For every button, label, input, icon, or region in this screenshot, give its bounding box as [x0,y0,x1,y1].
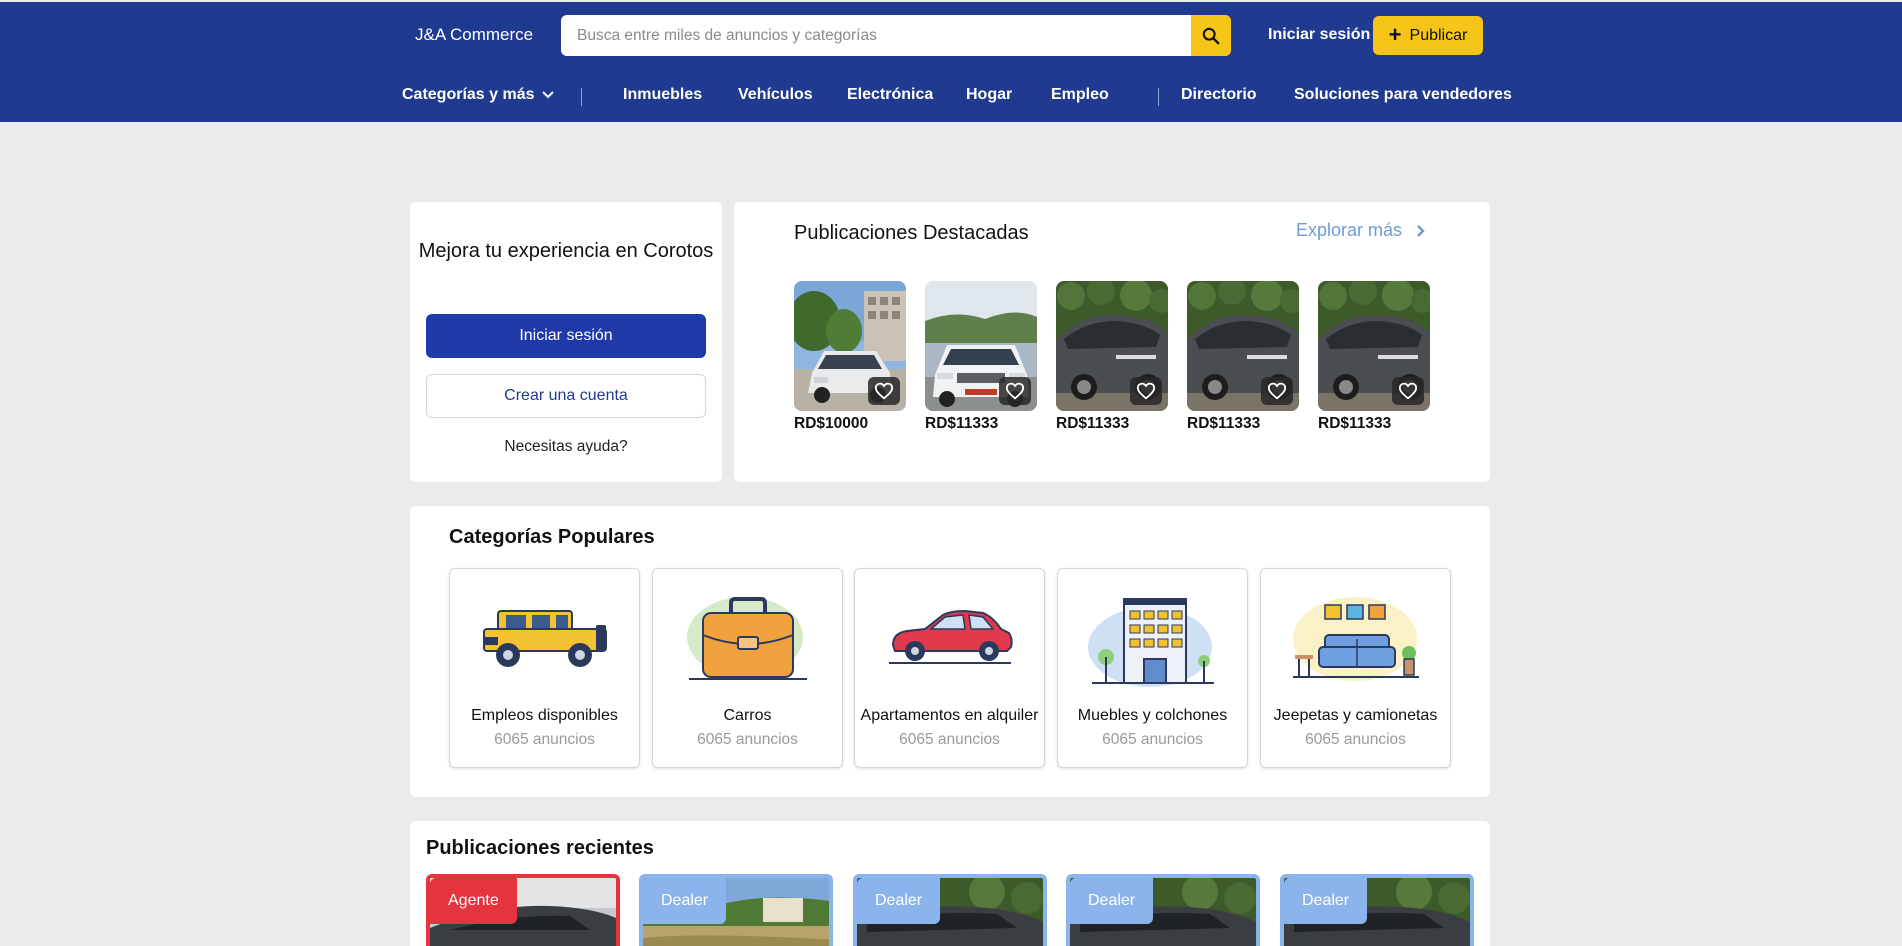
chevron-right-icon [1417,224,1425,237]
category-name: Apartamentos en alquiler [860,707,1039,724]
publish-label: Publicar [1409,26,1468,44]
favorite-button[interactable] [868,377,900,405]
category-count: 6065 anuncios [899,731,1000,748]
explore-more-label: Explorar más [1296,220,1403,240]
briefcase-icon [653,595,842,713]
featured-image[interactable] [1056,281,1168,411]
search-button[interactable] [1191,15,1231,56]
category-count: 6065 anuncios [697,731,798,748]
recent-publications-card: Publicaciones recientes Agente Dealer De… [410,821,1490,946]
nav-categories-label: Categorías y más [402,86,535,103]
featured-image[interactable] [1318,281,1430,411]
login-button[interactable]: Iniciar sesión [426,314,706,358]
featured-price: RD$11333 [1056,415,1130,432]
nav-divider [1158,88,1159,106]
create-account-button[interactable]: Crear una cuenta [426,374,706,418]
category-count: 6065 anuncios [1102,731,1203,748]
dealer-badge: Dealer [1070,878,1154,924]
featured-image[interactable] [794,281,906,411]
nav-item-vehiculos[interactable]: Vehículos [738,86,813,104]
featured-price: RD$10000 [794,415,869,432]
featured-card: Publicaciones Destacadas Explorar más RD… [734,202,1490,482]
featured-title: Publicaciones Destacadas [794,222,1029,244]
recent-item[interactable]: Dealer [1066,874,1260,946]
recent-item[interactable]: Agente [426,874,620,946]
jeep-icon [450,595,639,713]
category-card[interactable]: Carros 6065 anuncios [652,568,843,768]
heart-icon [874,382,894,400]
category-name: Carros [723,707,772,724]
heart-icon [1398,382,1418,400]
chevron-down-icon [541,91,554,99]
sofa-icon [1261,595,1450,713]
welcome-title: Mejora tu experiencia en Corotos [418,240,714,262]
featured-price: RD$11333 [925,415,999,432]
nav-item-empleo[interactable]: Empleo [1051,86,1109,104]
dealer-badge: Dealer [643,878,727,924]
recent-item[interactable]: Dealer [639,874,833,946]
category-count: 6065 anuncios [494,731,595,748]
popular-categories-title: Categorías Populares [449,526,655,548]
search-input[interactable] [561,15,1186,56]
publish-button[interactable]: + Publicar [1373,16,1483,55]
brand-logo[interactable]: J&A Commerce [415,25,533,45]
recent-item[interactable]: Dealer [853,874,1047,946]
heart-icon [1267,382,1287,400]
category-name: Empleos disponibles [471,707,618,724]
nav-item-soluciones[interactable]: Soluciones para vendedores [1294,86,1512,104]
category-card[interactable]: Apartamentos en alquiler 6065 anuncios [854,568,1045,768]
search-icon [1202,27,1220,44]
welcome-card: Mejora tu experiencia en Corotos Iniciar… [410,202,722,482]
featured-item[interactable]: RD$11333 [1318,281,1430,433]
car-icon [855,595,1044,713]
header-login-link[interactable]: Iniciar sesión [1268,26,1370,44]
heart-icon [1136,382,1156,400]
nav-item-inmuebles[interactable]: Inmuebles [623,86,702,104]
nav-divider [581,88,582,106]
category-name: Jeepetas y camionetas [1273,707,1438,724]
nav-item-hogar[interactable]: Hogar [966,86,1012,104]
agent-badge: Agente [430,878,517,924]
favorite-button[interactable] [1130,377,1162,405]
category-card[interactable]: Empleos disponibles 6065 anuncios [449,568,640,768]
featured-price: RD$11333 [1187,415,1261,432]
dealer-badge: Dealer [1284,878,1368,924]
nav-item-directorio[interactable]: Directorio [1181,86,1257,104]
main-nav: Categorías y más Inmuebles Vehículos Ele… [0,86,1902,108]
favorite-button[interactable] [1392,377,1424,405]
featured-item[interactable]: RD$11333 [925,281,1037,433]
search-bar [561,15,1231,56]
featured-item[interactable]: RD$11333 [1056,281,1168,433]
category-name: Muebles y colchones [1077,707,1228,724]
featured-item[interactable]: RD$10000 [794,281,906,433]
category-card[interactable]: Muebles y colchones 6065 anuncios [1057,568,1248,768]
dealer-badge: Dealer [857,878,941,924]
featured-price: RD$11333 [1318,415,1392,432]
building-icon [1058,595,1247,713]
explore-more-link[interactable]: Explorar más [1296,220,1426,241]
help-link[interactable]: Necesitas ayuda? [410,438,722,456]
plus-icon: + [1388,21,1402,47]
category-card[interactable]: Jeepetas y camionetas 6065 anuncios [1260,568,1451,768]
heart-icon [1005,382,1025,400]
recent-item[interactable]: Dealer [1280,874,1474,946]
nav-categories-dropdown[interactable]: Categorías y más [402,86,555,104]
featured-image[interactable] [1187,281,1299,411]
featured-item[interactable]: RD$11333 [1187,281,1299,433]
recent-publications-title: Publicaciones recientes [426,837,654,859]
nav-item-electronica[interactable]: Electrónica [847,86,933,104]
favorite-button[interactable] [999,377,1031,405]
favorite-button[interactable] [1261,377,1293,405]
featured-image[interactable] [925,281,1037,411]
category-count: 6065 anuncios [1305,731,1406,748]
top-header: J&A Commerce Iniciar sesión + Publicar C… [0,0,1902,122]
popular-categories-card: Categorías Populares Empleos disponibles… [410,506,1490,797]
